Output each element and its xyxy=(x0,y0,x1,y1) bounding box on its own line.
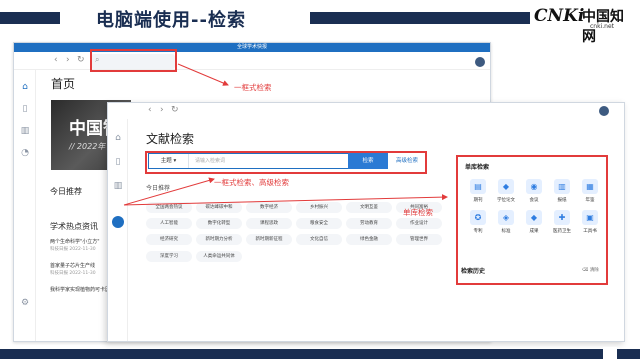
banner-year: // 2022年 xyxy=(69,142,106,151)
title-bar-decoration-left xyxy=(0,12,60,24)
database-medicine[interactable]: ✚ 医药卫生 xyxy=(551,210,573,238)
library-icon[interactable]: ▯ xyxy=(113,157,123,167)
recommend-tag[interactable]: 人工智能 xyxy=(146,218,192,229)
sidebar: ⌂ ▯ ▥ xyxy=(108,119,128,341)
user-avatar[interactable] xyxy=(475,57,485,67)
recommend-tag[interactable]: 数字化转型 xyxy=(196,218,242,229)
trash-icon: ⌫ xyxy=(582,268,589,273)
settings-gear-icon[interactable]: ⚙ xyxy=(20,298,30,308)
annotation-frame-one-box-search xyxy=(145,151,427,174)
database-reference-book[interactable]: ▣ 工具书 xyxy=(579,210,601,238)
yearbook-icon: ▦ xyxy=(582,179,598,194)
meeting-icon: ◉ xyxy=(526,179,542,194)
recommend-tag[interactable]: 管理世界 xyxy=(396,234,442,245)
database-meeting[interactable]: ◉ 会议 xyxy=(523,179,545,207)
recommend-tag[interactable]: 文明互鉴 xyxy=(346,202,392,213)
hot-news-source: 科技日报 2022-11-30 xyxy=(50,247,96,252)
recommend-tag[interactable]: 数字经济 xyxy=(246,202,292,213)
annotation-frame-home-search xyxy=(90,49,177,72)
database-journal[interactable]: ▤ 期刊 xyxy=(467,179,489,207)
reference-book-icon: ▣ xyxy=(582,210,598,225)
page-title: 文献检索 xyxy=(146,132,195,146)
refresh-icon[interactable]: ↻ xyxy=(171,105,179,115)
recommend-tag[interactable]: 劳动教育 xyxy=(346,218,392,229)
database-label: 年鉴 xyxy=(585,198,595,203)
slide-title: 电脑端使用--检索 xyxy=(96,10,246,31)
recommend-tag[interactable]: 碳达峰碳中和 xyxy=(196,202,242,213)
recommend-tag[interactable]: 绿色金融 xyxy=(346,234,392,245)
recommend-tag[interactable]: 新时期新征程 xyxy=(246,234,292,245)
home-icon[interactable]: ⌂ xyxy=(113,133,123,143)
library-icon[interactable]: ▯ xyxy=(20,104,30,114)
database-newspaper[interactable]: ▥ 报纸 xyxy=(551,179,573,207)
user-avatar[interactable] xyxy=(599,106,609,116)
today-recommend-heading: 今日推荐 xyxy=(50,187,82,196)
achievement-icon: ◆ xyxy=(526,210,542,225)
single-database-heading: 单库检索 xyxy=(465,164,490,171)
database-graduation-cap[interactable]: ◆ 学位论文 xyxy=(495,179,517,207)
search-history-heading: 检索历史 xyxy=(461,268,486,275)
building-icon[interactable]: ▥ xyxy=(113,181,123,191)
recommend-tag[interactable]: 乡村振兴 xyxy=(296,202,342,213)
recommend-tag[interactable]: 新时期力分析 xyxy=(196,234,242,245)
building-icon[interactable]: ▥ xyxy=(20,126,30,136)
recommend-tag[interactable]: 全国两会热议 xyxy=(146,202,192,213)
graduation-cap-icon: ◆ xyxy=(498,179,514,194)
journal-icon: ▤ xyxy=(470,179,486,194)
today-recommend-heading: 今日推荐 xyxy=(146,185,171,192)
hot-news-item[interactable]: 首家量子芯片生产线 xyxy=(50,262,95,269)
medicine-icon: ✚ xyxy=(554,210,570,225)
clear-history-label: 清除 xyxy=(589,268,599,273)
database-standard[interactable]: ◈ 标准 xyxy=(495,210,517,238)
annotation-label-one-box: 一框式检索 xyxy=(234,83,272,92)
hot-news-item[interactable]: 两个生命科学"小立方" xyxy=(50,238,100,245)
window-toolbar: ‹ › ↻ xyxy=(108,103,624,119)
back-arrow-icon[interactable]: ‹ xyxy=(148,105,152,115)
database-achievement[interactable]: ◆ 成果 xyxy=(523,210,545,238)
forward-arrow-icon[interactable]: › xyxy=(160,105,164,115)
database-label: 工具书 xyxy=(583,229,597,234)
forward-arrow-icon[interactable]: › xyxy=(66,55,70,65)
hot-news-heading: 学术热点资讯 xyxy=(50,222,98,231)
annotation-label-single-db: 单库检索 xyxy=(403,208,433,217)
page-title: 首页 xyxy=(51,77,76,91)
window-toolbar: ‹ › ↻ xyxy=(14,52,490,70)
recommend-tag[interactable]: 作业设计 xyxy=(396,218,442,229)
title-bar-decoration-right xyxy=(310,12,530,24)
standard-icon: ◈ xyxy=(498,210,514,225)
window-titlebar: 全球学术快报 xyxy=(14,43,490,52)
home-icon[interactable]: ⌂ xyxy=(20,82,30,92)
search-nav-active-icon[interactable] xyxy=(112,216,124,228)
back-arrow-icon[interactable]: ‹ xyxy=(54,55,58,65)
discover-icon[interactable]: ◔ xyxy=(20,148,30,158)
recommend-tag[interactable]: 经济研究 xyxy=(146,234,192,245)
hot-news-source: 科技日报 2022-11-30 xyxy=(50,271,96,276)
newspaper-icon: ▥ xyxy=(554,179,570,194)
app-window-document-search: ‹ › ↻ ⌂ ▯ ▥ 文献检索 主题 ▾ 请输入检索词 检索 高级检索 今日推… xyxy=(107,102,625,342)
recommend-tag[interactable]: 课程思政 xyxy=(246,218,292,229)
database-yearbook[interactable]: ▦ 年鉴 xyxy=(579,179,601,207)
sidebar: ⌂ ▯ ▥ ◔ ⚙ xyxy=(14,70,36,341)
refresh-icon[interactable]: ↻ xyxy=(77,55,85,65)
database-patent[interactable]: ✪ 专利 xyxy=(467,210,489,238)
recommend-tag[interactable]: 深度学习 xyxy=(146,251,192,262)
footer-band xyxy=(0,349,640,359)
logo-mark: CNKi xyxy=(534,6,585,26)
cnki-logo: CNKi 中国知网 cnki.net xyxy=(534,4,634,45)
clear-history-button[interactable]: ⌫ 清除 xyxy=(582,267,599,273)
patent-icon: ✪ xyxy=(470,210,486,225)
recommend-tag[interactable]: 粮食安全 xyxy=(296,218,342,229)
logo-url: cnki.net xyxy=(590,23,614,30)
recommend-tag[interactable]: 文化自信 xyxy=(296,234,342,245)
annotation-label-one-box-advanced: 一框式检索、高级检索 xyxy=(214,178,289,187)
slide-number xyxy=(603,347,617,359)
recommend-tag[interactable]: 人类命运共同体 xyxy=(196,251,242,262)
